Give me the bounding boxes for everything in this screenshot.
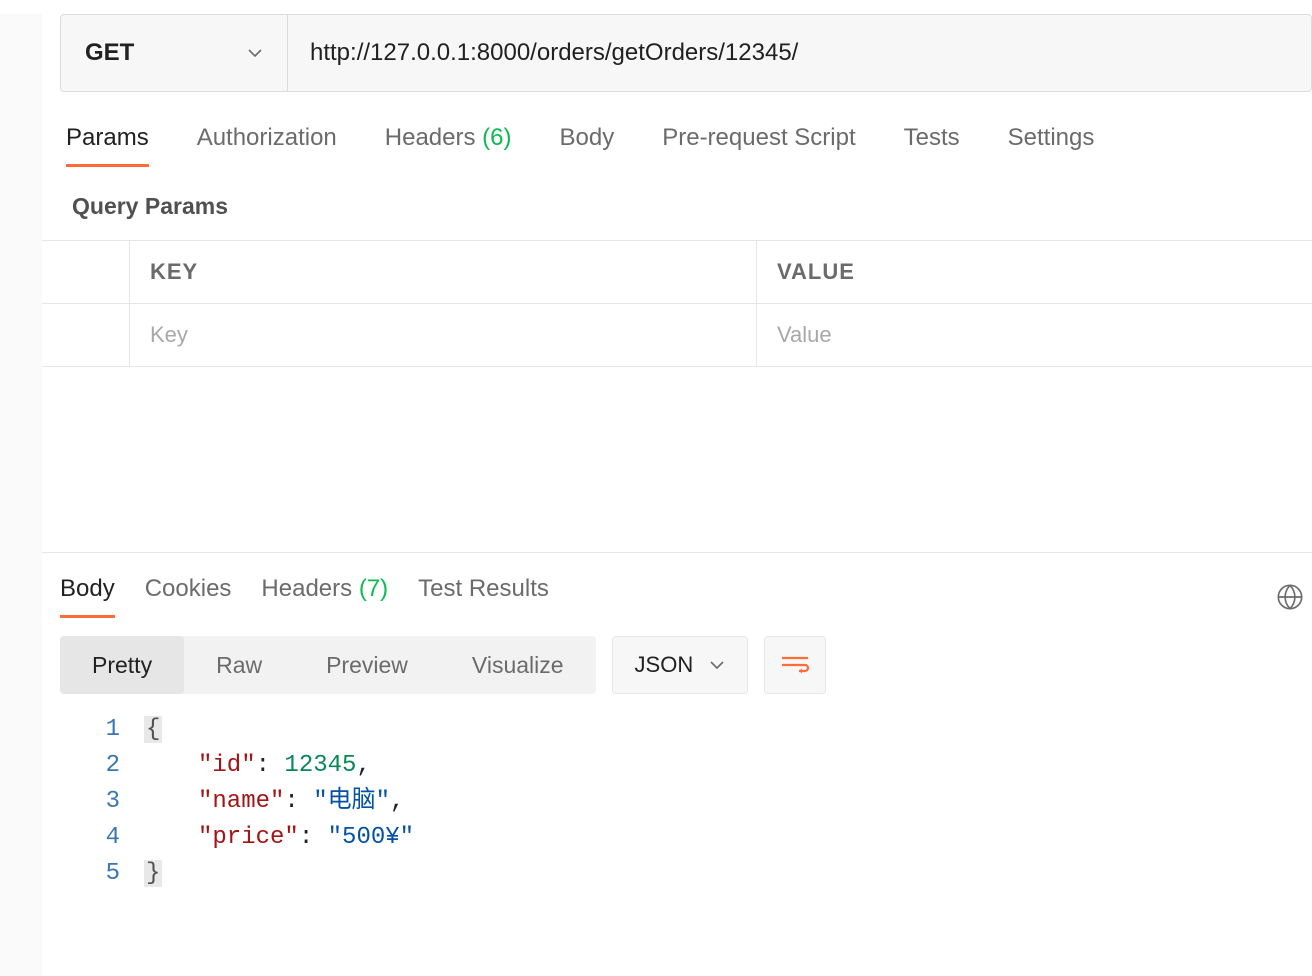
format-select[interactable]: JSON	[612, 636, 749, 694]
request-tabs: Params Authorization Headers (6) Body Pr…	[66, 124, 1312, 167]
resp-tab-cookies[interactable]: Cookies	[145, 575, 232, 618]
response-tab-row: Body Cookies Headers (7) Test Results	[60, 575, 1312, 618]
tab-tests[interactable]: Tests	[904, 124, 960, 164]
view-mode-pretty[interactable]: Pretty	[60, 636, 184, 694]
response-tabs: Body Cookies Headers (7) Test Results	[60, 575, 1276, 618]
request-bar: GET	[60, 14, 1312, 92]
tab-headers-label: Headers	[385, 124, 476, 151]
request-body-spacer	[42, 367, 1312, 553]
format-label: JSON	[635, 652, 694, 678]
resp-tab-headers-count: (7)	[359, 575, 388, 602]
method-select[interactable]: GET	[61, 15, 288, 91]
view-mode-group: Pretty Raw Preview Visualize	[60, 636, 596, 694]
tab-body[interactable]: Body	[560, 124, 615, 164]
tab-params[interactable]: Params	[66, 124, 149, 167]
line-number: 5	[86, 856, 144, 892]
globe-icon[interactable]	[1276, 583, 1304, 611]
tab-authorization[interactable]: Authorization	[197, 124, 337, 164]
code-line: 3"name": "电脑",	[86, 784, 1312, 820]
line-number: 1	[86, 712, 144, 748]
qp-handle-cell	[42, 304, 130, 366]
resp-tab-headers[interactable]: Headers (7)	[261, 575, 388, 618]
code-content: "price": "500¥"	[144, 820, 414, 856]
code-content: }	[144, 856, 162, 892]
response-body-json[interactable]: 1{2"id": 12345,3"name": "电脑",4"price": "…	[86, 712, 1312, 892]
code-line: 4"price": "500¥"	[86, 820, 1312, 856]
line-number: 4	[86, 820, 144, 856]
code-line: 2"id": 12345,	[86, 748, 1312, 784]
tab-headers[interactable]: Headers (6)	[385, 124, 512, 164]
code-line: 1{	[86, 712, 1312, 748]
tab-settings[interactable]: Settings	[1008, 124, 1095, 164]
code-content: "id": 12345,	[144, 748, 371, 784]
resp-tab-headers-label: Headers	[261, 575, 352, 602]
code-content: {	[144, 712, 162, 748]
code-content: "name": "电脑",	[144, 784, 404, 820]
chevron-down-icon	[247, 45, 263, 61]
tab-pre-request[interactable]: Pre-request Script	[662, 124, 855, 164]
chevron-down-icon	[709, 657, 725, 673]
line-number: 3	[86, 784, 144, 820]
left-gutter	[0, 14, 42, 976]
resp-tab-body[interactable]: Body	[60, 575, 115, 618]
line-number: 2	[86, 748, 144, 784]
qp-key-input[interactable]	[150, 322, 736, 348]
query-params-title: Query Params	[72, 193, 1312, 220]
code-line: 5}	[86, 856, 1312, 892]
qp-value-input[interactable]	[777, 322, 1292, 348]
resp-tab-test-results[interactable]: Test Results	[418, 575, 549, 618]
view-mode-raw[interactable]: Raw	[184, 636, 294, 694]
view-mode-row: Pretty Raw Preview Visualize JSON	[60, 636, 1312, 694]
view-mode-visualize[interactable]: Visualize	[440, 636, 596, 694]
qp-key-header: KEY	[130, 241, 757, 303]
query-params-table: KEY VALUE	[42, 240, 1312, 367]
view-mode-preview[interactable]: Preview	[294, 636, 440, 694]
tab-headers-count: (6)	[482, 124, 511, 151]
wrap-lines-button[interactable]	[764, 636, 826, 694]
qp-value-header: VALUE	[757, 241, 1312, 303]
qp-handle-header	[42, 241, 130, 303]
method-label: GET	[85, 39, 247, 67]
wrap-icon	[780, 654, 810, 676]
url-input[interactable]	[288, 15, 1311, 91]
